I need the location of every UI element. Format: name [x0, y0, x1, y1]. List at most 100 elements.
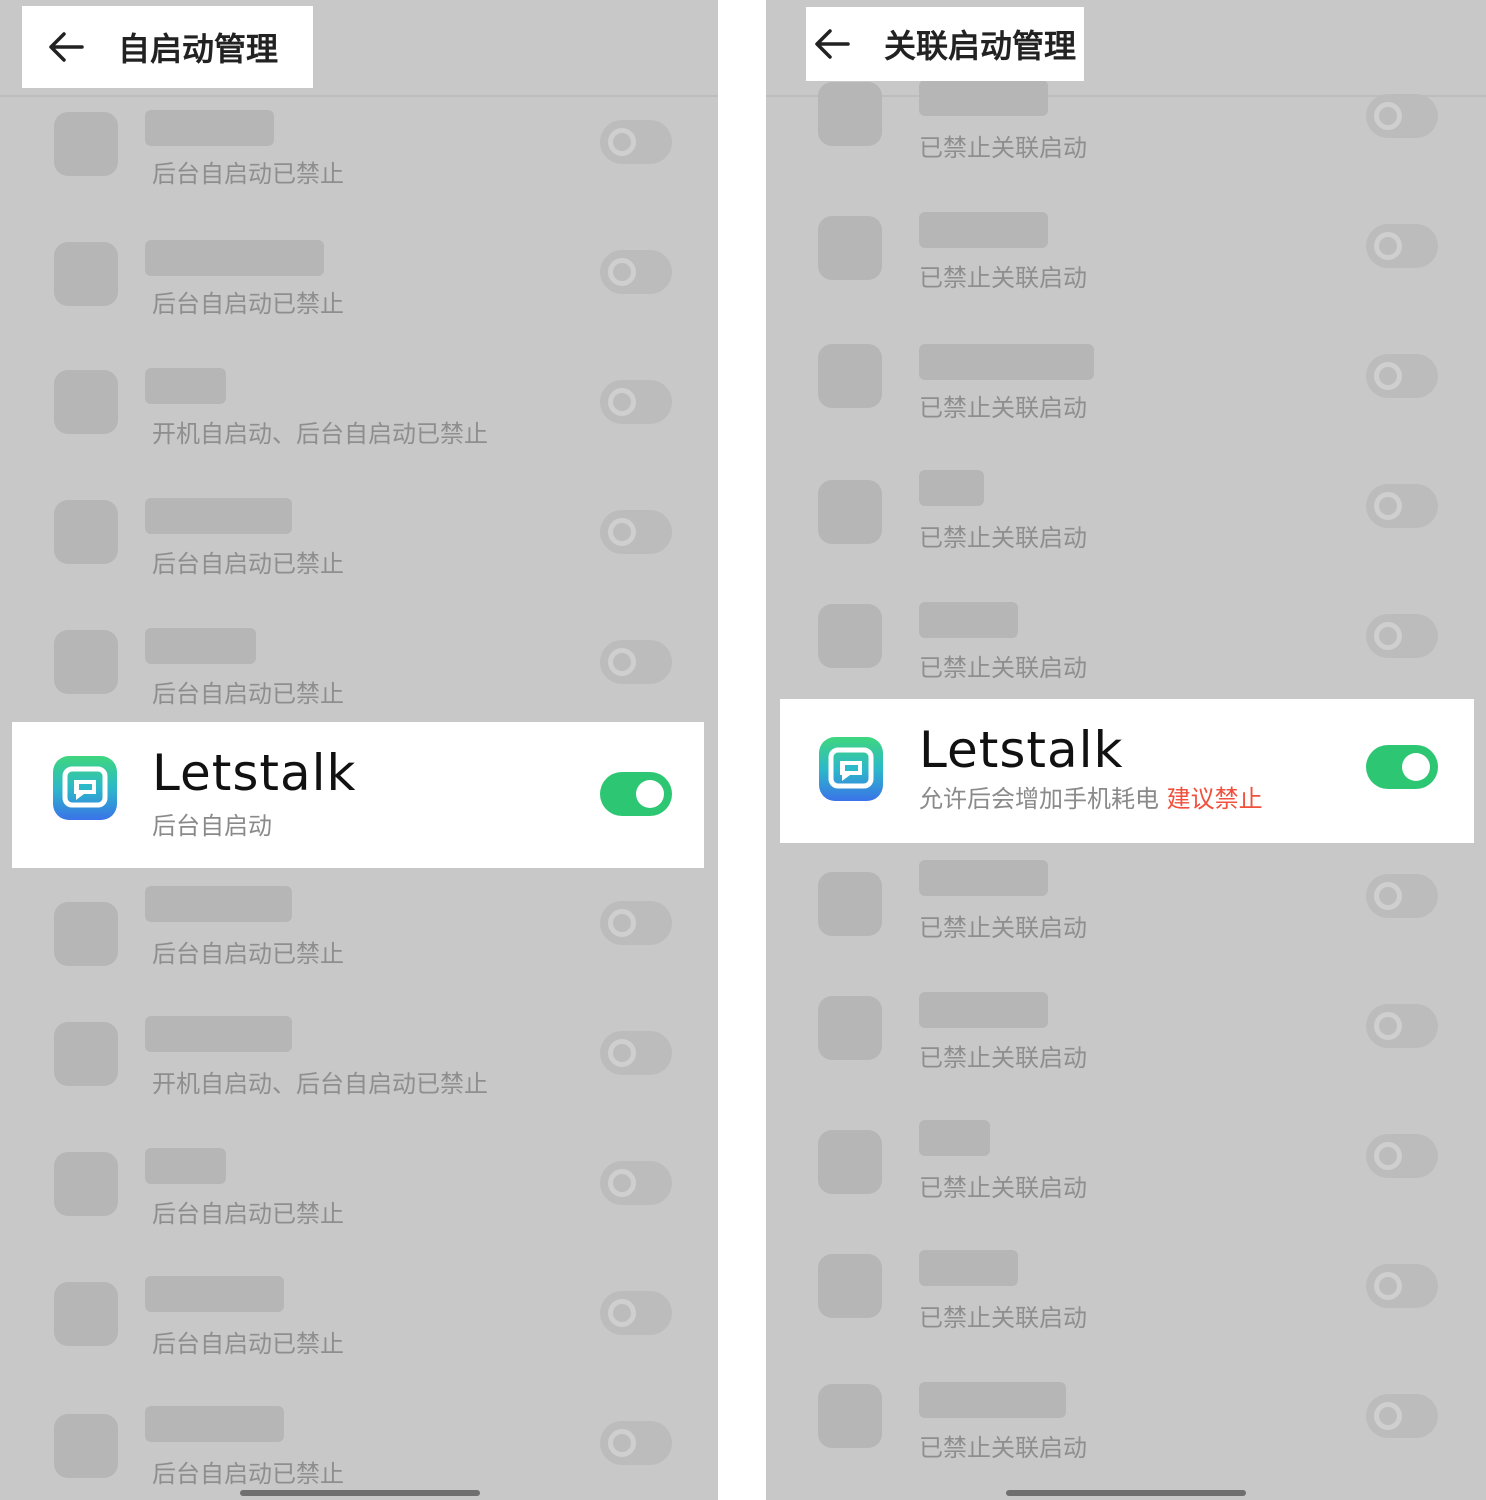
- status-text: 已禁止关联启动: [919, 524, 1087, 552]
- app-name-placeholder: [145, 240, 324, 276]
- autostart-toggle[interactable]: [600, 901, 672, 945]
- app-icon-placeholder: [818, 1384, 882, 1448]
- app-icon-placeholder: [818, 604, 882, 668]
- associated-launch-toggle-on[interactable]: [1366, 745, 1438, 789]
- status-text: 已禁止关联启动: [919, 1044, 1087, 1072]
- app-icon-placeholder: [818, 996, 882, 1060]
- app-name-placeholder: [145, 110, 274, 146]
- app-icon-placeholder: [818, 216, 882, 280]
- header-divider: [0, 95, 718, 97]
- status-text: 已禁止关联启动: [919, 264, 1087, 292]
- status-text: 已禁止关联启动: [919, 654, 1087, 682]
- associated-launch-toggle[interactable]: [1366, 614, 1438, 658]
- autostart-panel: 自启动管理 后台自启动已禁止 后台自启动已禁止 开机自启动、后台自启动已禁止 后…: [0, 0, 718, 1500]
- status-text: 开机自启动、后台自启动已禁止: [152, 1070, 488, 1098]
- header-bar: 关联启动管理: [806, 7, 1084, 81]
- letstalk-app-icon: [819, 737, 883, 801]
- autostart-toggle[interactable]: [600, 380, 672, 424]
- status-text: 已禁止关联启动: [919, 1304, 1087, 1332]
- associated-launch-toggle[interactable]: [1366, 224, 1438, 268]
- list-item: 开机自启动、后台自启动已禁止: [0, 1016, 718, 1146]
- status-text: 已禁止关联启动: [919, 914, 1087, 942]
- associated-launch-toggle[interactable]: [1366, 94, 1438, 138]
- app-name-placeholder: [919, 212, 1048, 248]
- header-bar: 自启动管理: [22, 6, 313, 88]
- app-icon-placeholder: [54, 1022, 118, 1086]
- autostart-toggle[interactable]: [600, 120, 672, 164]
- app-name-placeholder: [919, 1250, 1018, 1286]
- app-name-placeholder: [919, 1120, 990, 1156]
- autostart-toggle-on[interactable]: [600, 772, 672, 816]
- list-item: 开机自启动、后台自启动已禁止: [0, 368, 718, 498]
- autostart-toggle[interactable]: [600, 510, 672, 554]
- app-name-placeholder: [145, 1148, 226, 1184]
- list-item: 已禁止关联启动: [766, 1120, 1486, 1250]
- app-name-placeholder: [145, 498, 292, 534]
- app-name-placeholder: [919, 470, 984, 506]
- associated-launch-toggle[interactable]: [1366, 874, 1438, 918]
- autostart-toggle[interactable]: [600, 1421, 672, 1465]
- app-name-placeholder: [919, 602, 1018, 638]
- battery-note: 允许后会增加手机耗电: [919, 785, 1159, 813]
- app-name-placeholder: [145, 1406, 284, 1442]
- status-text: 后台自启动已禁止: [152, 1460, 344, 1488]
- associated-launch-toggle[interactable]: [1366, 354, 1438, 398]
- autostart-toggle[interactable]: [600, 250, 672, 294]
- list-item: 已禁止关联启动: [766, 1250, 1486, 1380]
- home-indicator[interactable]: [240, 1490, 480, 1496]
- status-text: 后台自启动已禁止: [152, 290, 344, 318]
- back-arrow-icon[interactable]: [44, 27, 88, 67]
- status-text: 已禁止关联启动: [919, 1434, 1087, 1462]
- app-icon-placeholder: [54, 1282, 118, 1346]
- associated-launch-toggle[interactable]: [1366, 1394, 1438, 1438]
- list-item: 已禁止关联启动: [766, 992, 1486, 1122]
- status-text: 后台自启动: [152, 812, 272, 840]
- associated-launch-toggle[interactable]: [1366, 484, 1438, 528]
- home-indicator[interactable]: [1006, 1490, 1246, 1496]
- list-item: 后台自启动已禁止: [0, 1276, 718, 1406]
- status-text: 开机自启动、后台自启动已禁止: [152, 420, 488, 448]
- autostart-toggle[interactable]: [600, 1031, 672, 1075]
- autostart-toggle[interactable]: [600, 1291, 672, 1335]
- app-name-placeholder: [919, 344, 1094, 380]
- letstalk-app-icon: [53, 756, 117, 820]
- status-text: 允许后会增加手机耗电 建议禁止: [919, 779, 1263, 814]
- associated-launch-toggle[interactable]: [1366, 1264, 1438, 1308]
- app-name-placeholder: [919, 80, 1048, 116]
- associated-launch-toggle[interactable]: [1366, 1004, 1438, 1048]
- app-icon-placeholder: [54, 500, 118, 564]
- list-item: 后台自启动已禁止: [0, 240, 718, 370]
- autostart-toggle[interactable]: [600, 1161, 672, 1205]
- page-title: 关联启动管理: [884, 27, 1077, 65]
- app-icon-placeholder: [818, 344, 882, 408]
- app-icon-placeholder: [54, 242, 118, 306]
- associated-launch-panel: 已禁止关联启动 已禁止关联启动 已禁止关联启动 已禁止关联启动 已禁止关联启动: [766, 0, 1486, 1500]
- associated-launch-toggle[interactable]: [1366, 1134, 1438, 1178]
- status-text: 后台自启动已禁止: [152, 680, 344, 708]
- back-arrow-icon[interactable]: [810, 24, 854, 64]
- autostart-toggle[interactable]: [600, 640, 672, 684]
- status-text: 已禁止关联启动: [919, 394, 1087, 422]
- app-icon-placeholder: [818, 1130, 882, 1194]
- app-name-placeholder: [145, 1016, 292, 1052]
- app-name: Letstalk: [919, 721, 1124, 779]
- status-text: 后台自启动已禁止: [152, 550, 344, 578]
- list-item: 后台自启动已禁止: [0, 1406, 718, 1500]
- app-icon-placeholder: [54, 1414, 118, 1478]
- app-name-placeholder: [919, 1382, 1066, 1418]
- status-text: 后台自启动已禁止: [152, 940, 344, 968]
- list-item: 后台自启动已禁止: [0, 1148, 718, 1278]
- page-title: 自启动管理: [118, 30, 279, 68]
- status-text: 已禁止关联启动: [919, 1174, 1087, 1202]
- app-name-placeholder: [145, 368, 226, 404]
- letstalk-row: Letstalk 后台自启动: [12, 722, 704, 868]
- app-name-placeholder: [919, 860, 1048, 896]
- list-item: 后台自启动已禁止: [0, 110, 718, 240]
- app-icon-placeholder: [818, 82, 882, 146]
- letstalk-row: Letstalk 允许后会增加手机耗电 建议禁止: [780, 699, 1474, 843]
- app-name-placeholder: [145, 628, 256, 664]
- warning-text: 建议禁止: [1166, 785, 1263, 813]
- app-icon-placeholder: [54, 902, 118, 966]
- status-text: 后台自启动已禁止: [152, 1200, 344, 1228]
- app-name-placeholder: [145, 1276, 284, 1312]
